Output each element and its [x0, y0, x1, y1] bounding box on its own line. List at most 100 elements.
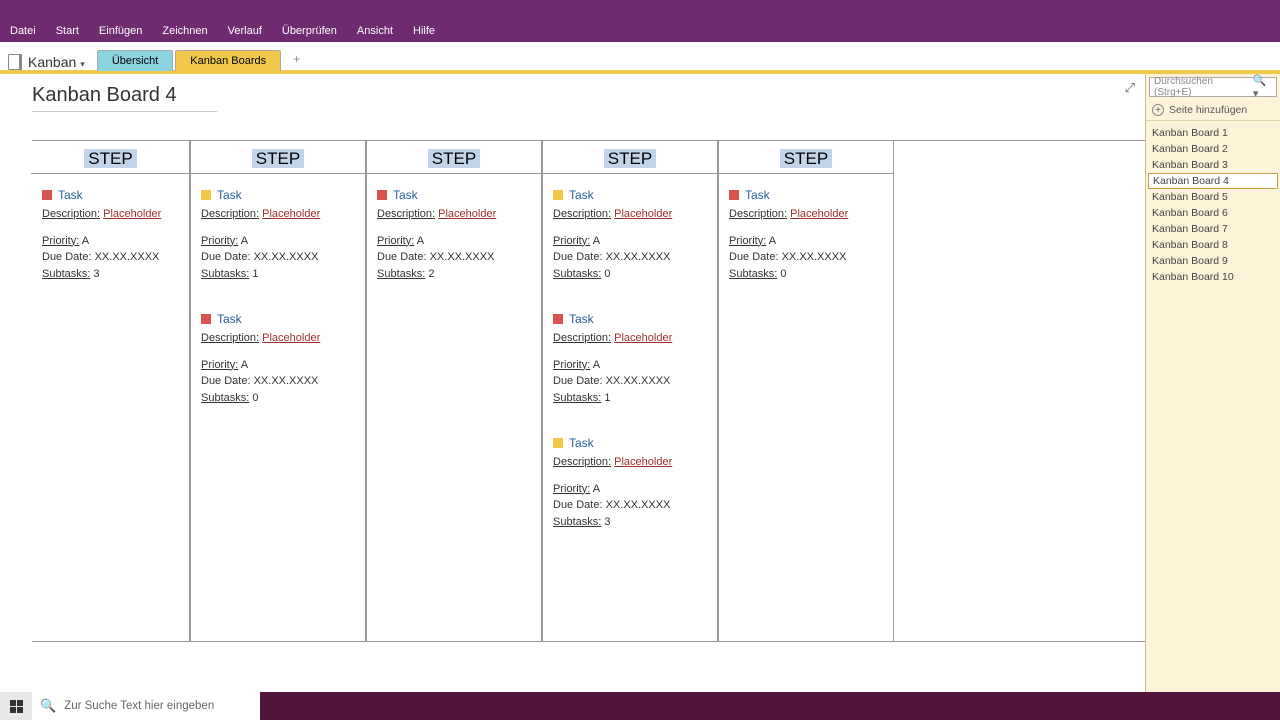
task-card[interactable]: TaskDescription: PlaceholderPriority: AD… — [553, 310, 707, 406]
task-card[interactable]: Task Description: Placeholder Priority: AD… — [553, 434, 707, 530]
taskbar-search-placeholder: Zur Suche Text hier eingeben — [64, 700, 214, 712]
page-item[interactable]: Kanban Board 2 — [1146, 141, 1280, 157]
task-subtasks: Subtasks: 0 — [553, 266, 707, 283]
add-page-label: Seite hinzufügen — [1169, 104, 1247, 116]
column-header[interactable]: STEP — [719, 141, 893, 173]
column-header[interactable]: STEP — [32, 141, 189, 173]
task-due-date: Due Date: XX.XX.XXXX — [201, 373, 355, 390]
task-subtasks: Subtasks: 3 — [553, 514, 707, 531]
column-header[interactable]: STEP — [367, 141, 541, 173]
menu-überprüfen[interactable]: Überprüfen — [282, 25, 337, 37]
page-item[interactable]: Kanban Board 1 — [1146, 125, 1280, 141]
search-input[interactable]: Durchsuchen (Strg+E) 🔍▾ — [1149, 77, 1277, 97]
kanban-column: STEP Task Description: Placeholder Priority… — [190, 141, 366, 641]
task-priority: Priority: A — [553, 481, 707, 498]
menu-zeichnen[interactable]: Zeichnen — [162, 25, 207, 37]
pages-panel: Durchsuchen (Strg+E) 🔍▾ + Seite hinzufüg… — [1145, 74, 1280, 720]
menu-hilfe[interactable]: Hilfe — [413, 25, 435, 37]
task-title[interactable]: Task — [58, 186, 83, 204]
column-header[interactable]: STEP — [543, 141, 717, 173]
page-item[interactable]: Kanban Board 4 — [1148, 173, 1278, 189]
menu-verlauf[interactable]: Verlauf — [228, 25, 262, 37]
task-card[interactable]: Task Description: Placeholder Priority: AD… — [201, 310, 355, 406]
task-title[interactable]: Task — [393, 186, 418, 204]
task-tag-icon[interactable] — [729, 190, 739, 200]
task-description: Description: Placeholder — [377, 206, 531, 223]
chevron-down-icon[interactable]: ▾ — [80, 59, 85, 70]
task-card[interactable]: Task Description: Placeholder Priority: AD… — [42, 186, 179, 282]
column-header[interactable]: STEP — [191, 141, 365, 173]
menu-datei[interactable]: Datei — [10, 25, 36, 37]
task-tag-icon[interactable] — [553, 314, 563, 324]
task-tag-icon[interactable] — [201, 190, 211, 200]
task-due-date: Due Date: XX.XX.XXXX — [553, 249, 707, 266]
section-tab[interactable]: Übersicht — [97, 50, 173, 71]
task-priority: Priority: A — [201, 233, 355, 250]
task-description: Description: Placeholder — [201, 206, 355, 223]
task-due-date: Due Date: XX.XX.XXXX — [553, 497, 707, 514]
task-priority: Priority: A — [553, 357, 707, 374]
taskbar-search[interactable]: 🔍 Zur Suche Text hier eingeben — [32, 692, 260, 720]
kanban-column: STEP Task Description: Placeholder Priority… — [32, 141, 190, 641]
start-button[interactable] — [0, 692, 32, 720]
page-item[interactable]: Kanban Board 6 — [1146, 205, 1280, 221]
task-tag-icon[interactable] — [201, 314, 211, 324]
task-title[interactable]: Task — [569, 310, 594, 328]
section-tab[interactable]: Kanban Boards — [175, 50, 281, 71]
task-subtasks: Subtasks: 1 — [201, 266, 355, 283]
task-title[interactable]: Task — [569, 434, 594, 452]
task-priority: Priority: A — [42, 233, 179, 250]
menu-einfügen[interactable]: Einfügen — [99, 25, 142, 37]
page-canvas[interactable]: ⤢ Kanban Board 4 STEP Task Description: Pl… — [0, 74, 1145, 720]
page-item[interactable]: Kanban Board 8 — [1146, 237, 1280, 253]
page-item[interactable]: Kanban Board 7 — [1146, 221, 1280, 237]
notebook-icon — [8, 54, 22, 70]
task-subtasks: Subtasks: 3 — [42, 266, 179, 283]
task-title[interactable]: Task — [217, 186, 242, 204]
task-description: Description: Placeholder — [553, 454, 707, 471]
task-subtasks: Subtasks: 2 — [377, 266, 531, 283]
task-title[interactable]: Task — [745, 186, 770, 204]
kanban-column: STEP Task Description: Placeholder Priority… — [542, 141, 718, 641]
kanban-board: STEP Task Description: Placeholder Priority… — [32, 140, 1145, 642]
task-description: Description: Placeholder — [42, 206, 179, 223]
task-title[interactable]: Task — [217, 310, 242, 328]
section-tabs-row: Kanban ▾ ÜbersichtKanban Boards + — [0, 42, 1280, 70]
task-title[interactable]: Task — [569, 186, 594, 204]
page-list: Kanban Board 1Kanban Board 2Kanban Board… — [1146, 121, 1280, 289]
menu-bar: Datei Start Einfügen Zeichnen Verlauf Überprü… — [0, 20, 1280, 42]
task-subtasks: Subtasks: 0 — [201, 390, 355, 407]
task-due-date: Due Date: XX.XX.XXXX — [201, 249, 355, 266]
page-item[interactable]: Kanban Board 10 — [1146, 269, 1280, 285]
task-description: Description: Placeholder — [729, 206, 883, 223]
task-tag-icon[interactable] — [553, 438, 563, 448]
add-page-button[interactable]: + Seite hinzufügen — [1146, 100, 1280, 121]
task-card[interactable]: Task Description: Placeholder Priority: AD… — [201, 186, 355, 282]
task-card[interactable]: TaskDescription: PlaceholderPriority: AD… — [377, 186, 531, 282]
windows-taskbar: 🔍 Zur Suche Text hier eingeben — [0, 692, 1280, 720]
task-card[interactable]: TaskDescription: PlaceholderPriority: AD… — [729, 186, 883, 282]
plus-icon: + — [1152, 104, 1164, 116]
menu-start[interactable]: Start — [56, 25, 79, 37]
task-subtasks: Subtasks: 0 — [729, 266, 883, 283]
task-due-date: Due Date: XX.XX.XXXX — [729, 249, 883, 266]
title-underline — [32, 111, 217, 112]
page-item[interactable]: Kanban Board 9 — [1146, 253, 1280, 269]
task-card[interactable]: TaskDescription: PlaceholderPriority: AD… — [553, 186, 707, 282]
task-priority: Priority: A — [377, 233, 531, 250]
task-priority: Priority: A — [201, 357, 355, 374]
expand-icon[interactable]: ⤢ — [1125, 80, 1135, 96]
page-item[interactable]: Kanban Board 3 — [1146, 157, 1280, 173]
task-description: Description: Placeholder — [201, 330, 355, 347]
menu-ansicht[interactable]: Ansicht — [357, 25, 393, 37]
search-icon[interactable]: 🔍▾ — [1253, 74, 1272, 100]
task-tag-icon[interactable] — [553, 190, 563, 200]
task-tag-icon[interactable] — [377, 190, 387, 200]
task-due-date: Due Date: XX.XX.XXXX — [42, 249, 179, 266]
add-section-button[interactable]: + — [283, 48, 310, 70]
task-tag-icon[interactable] — [42, 190, 52, 200]
page-item[interactable]: Kanban Board 5 — [1146, 189, 1280, 205]
windows-icon — [10, 700, 23, 713]
notebook-name[interactable]: Kanban — [28, 54, 76, 70]
page-title[interactable]: Kanban Board 4 — [32, 84, 1145, 107]
